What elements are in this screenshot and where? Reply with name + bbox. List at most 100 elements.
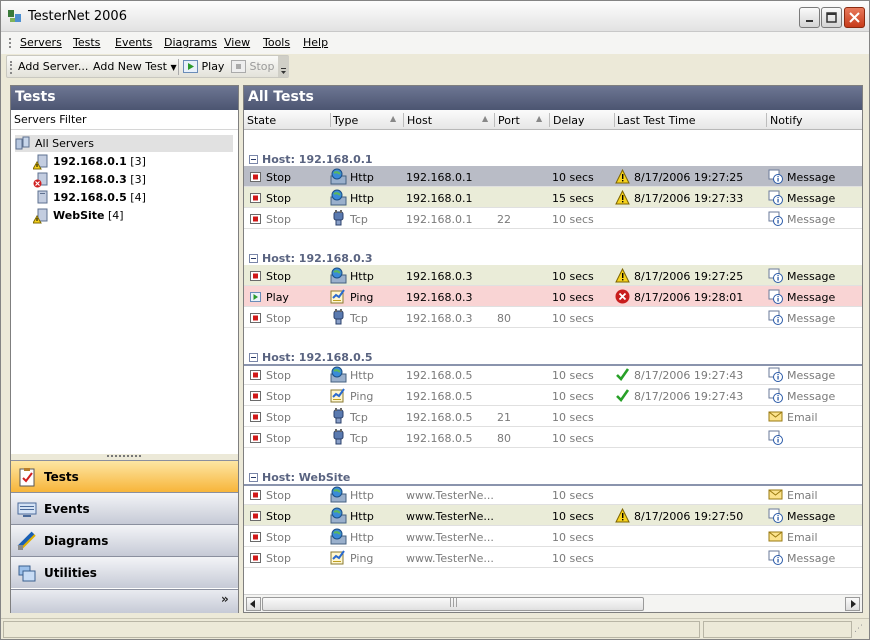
tcp-plug-icon	[333, 429, 344, 445]
table-row[interactable]: Stop Http www.TesterNe... 10 secs Email	[244, 526, 862, 547]
state-cell: Play	[266, 291, 289, 304]
table-row[interactable]: Stop Ping 192.168.0.5 10 secs 8/17/2006 19:2…	[244, 385, 862, 406]
servers-tree: All Servers 192.168.0.1 [3] 192.168.0.3 …	[11, 130, 238, 454]
server-icon	[37, 190, 48, 204]
table-row[interactable]: Stop Http 192.168.0.1 15 secs 8/17/2006 19:2…	[244, 187, 862, 208]
column-host[interactable]: Host	[407, 114, 432, 127]
type-cell: Ping	[350, 390, 374, 403]
delay-cell: 10 secs	[552, 312, 594, 325]
table-row[interactable]: Stop Tcp 192.168.0.3 80 10 secs Message	[244, 307, 862, 328]
server-test-count: [3]	[130, 155, 146, 168]
table-row[interactable]: Stop Tcp 192.168.0.1 22 10 secs Message	[244, 208, 862, 229]
maximize-button[interactable]	[821, 7, 842, 28]
collapse-toggle-icon[interactable]	[249, 254, 258, 263]
delay-cell: 10 secs	[552, 369, 594, 382]
title-bar[interactable]: TesterNet 2006	[1, 1, 869, 32]
stop-state-icon	[250, 193, 261, 203]
table-row[interactable]: Stop Http 192.168.0.3 10 secs 8/17/2006 19:2…	[244, 265, 862, 286]
column-last-test-time[interactable]: Last Test Time	[617, 114, 696, 127]
side-panel-title: Tests	[11, 86, 238, 110]
collapse-toggle-icon[interactable]	[249, 473, 258, 482]
scroll-thumb[interactable]: |||	[262, 597, 644, 611]
menu-help[interactable]: Help	[303, 36, 328, 49]
table-row[interactable]: Stop Tcp 192.168.0.5 21 10 secs Email	[244, 406, 862, 427]
nav-utilities-label: Utilities	[44, 566, 97, 580]
status-panel-right	[703, 621, 852, 638]
resize-grip-icon[interactable]: ⋰	[854, 624, 863, 634]
group-header[interactable]: Host: 192.168.0.5	[244, 346, 862, 366]
table-row[interactable]: Play Ping 192.168.0.3 10 secs 8/17/2006 19:2…	[244, 286, 862, 307]
column-divider[interactable]	[494, 113, 495, 127]
column-type[interactable]: Type	[333, 114, 358, 127]
add-server-button[interactable]: Add Server...	[18, 60, 88, 73]
host-cell: 192.168.0.1	[406, 192, 473, 205]
type-cell: Http	[350, 270, 374, 283]
server-warning-icon	[33, 154, 48, 170]
column-port[interactable]: Port	[498, 114, 520, 127]
host-cell: 192.168.0.5	[406, 411, 473, 424]
state-cell: Stop	[266, 213, 292, 226]
delay-cell: 10 secs	[552, 531, 594, 544]
type-cell: Http	[350, 171, 374, 184]
table-row[interactable]: Stop Http www.TesterNe... 10 secs Email	[244, 484, 862, 505]
play-button[interactable]: Play	[183, 60, 224, 73]
stop-button[interactable]: Stop	[231, 60, 275, 73]
close-button[interactable]	[844, 7, 865, 28]
stop-state-icon	[250, 511, 261, 521]
nav-utilities[interactable]: Utilities	[11, 556, 238, 588]
group-header[interactable]: Host: 192.168.0.1	[244, 148, 862, 168]
nav-overflow-chevron-icon[interactable]: »	[221, 592, 229, 606]
scroll-right-button[interactable]	[845, 597, 860, 611]
sort-asc-icon: ▲	[482, 114, 489, 123]
nav-diagrams[interactable]: Diagrams	[11, 524, 238, 556]
http-globe-icon	[330, 486, 347, 503]
menu-servers[interactable]: Servers	[20, 36, 62, 49]
table-row[interactable]: Stop Http 192.168.0.1 10 secs 8/17/2006 19:2…	[244, 166, 862, 187]
group-header[interactable]: Host: 192.168.0.3	[244, 247, 862, 267]
nav-events[interactable]: Events	[11, 492, 238, 524]
last-test-time-cell: 8/17/2006 19:28:01	[634, 291, 744, 304]
menu-tests[interactable]: Tests	[73, 36, 100, 49]
message-info-icon	[768, 430, 783, 445]
host-cell: 192.168.0.5	[406, 369, 473, 382]
table-row[interactable]: Stop Tcp 192.168.0.5 80 10 secs	[244, 427, 862, 448]
arrow-right-icon	[851, 600, 856, 608]
toolbar-grip[interactable]	[10, 61, 12, 74]
toolbar-overflow-button[interactable]	[278, 56, 289, 77]
column-divider[interactable]	[330, 113, 331, 127]
collapse-toggle-icon[interactable]	[249, 155, 258, 164]
host-cell: 192.168.0.1	[406, 213, 473, 226]
last-test-time-cell: 8/17/2006 19:27:33	[634, 192, 744, 205]
notify-cell: Message	[787, 369, 836, 382]
column-notify[interactable]: Notify	[770, 114, 803, 127]
nav-tests[interactable]: Tests	[11, 460, 238, 492]
menu-view[interactable]: View	[224, 36, 250, 49]
server-error-icon	[33, 172, 48, 188]
menu-grip[interactable]	[9, 38, 11, 48]
column-divider[interactable]	[549, 113, 550, 127]
state-cell: Stop	[266, 192, 292, 205]
menu-tools[interactable]: Tools	[263, 36, 290, 49]
tests-side-panel: Tests Servers Filter All Servers 192.168…	[10, 85, 239, 613]
type-cell: Tcp	[350, 213, 368, 226]
column-divider[interactable]	[403, 113, 404, 127]
scroll-left-button[interactable]	[246, 597, 261, 611]
stop-label: Stop	[249, 60, 275, 73]
menu-events[interactable]: Events	[115, 36, 152, 49]
state-cell: Stop	[266, 411, 292, 424]
horizontal-scrollbar[interactable]: |||	[244, 594, 862, 612]
add-new-test-button[interactable]: Add New Test ▼	[93, 60, 177, 73]
group-header[interactable]: Host: WebSite	[244, 466, 862, 486]
collapse-toggle-icon[interactable]	[249, 353, 258, 362]
menu-diagrams[interactable]: Diagrams	[164, 36, 217, 49]
column-divider[interactable]	[766, 113, 767, 127]
tree-node-all-servers[interactable]: All Servers	[15, 135, 233, 152]
table-row[interactable]: Stop Http www.TesterNe... 10 secs 8/17/2006 …	[244, 505, 862, 526]
column-state[interactable]: State	[247, 114, 276, 127]
column-delay[interactable]: Delay	[553, 114, 585, 127]
table-row[interactable]: Stop Http 192.168.0.5 10 secs 8/17/2006 19:2…	[244, 364, 862, 385]
diagram-icon	[17, 531, 36, 550]
column-divider[interactable]	[614, 113, 615, 127]
table-row[interactable]: Stop Ping www.TesterNe... 10 secs Message	[244, 547, 862, 568]
minimize-button[interactable]	[799, 7, 820, 28]
